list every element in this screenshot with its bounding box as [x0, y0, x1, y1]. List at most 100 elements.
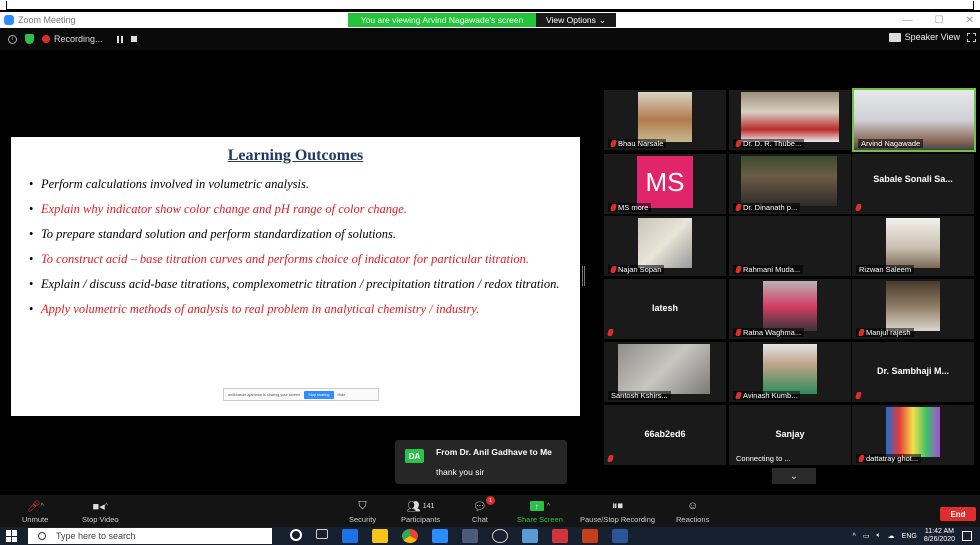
participant-tile[interactable]: Rahmani Muda...: [729, 216, 851, 276]
participant-name-tag: Arvind Nagawade: [858, 139, 924, 148]
search-placeholder: Type here to search: [56, 531, 136, 541]
participant-tile[interactable]: Dr. Dinanath p...: [729, 154, 851, 214]
security-shield-icon[interactable]: [25, 34, 34, 44]
minimize-button[interactable]: —: [903, 15, 913, 26]
muted-mic-icon: [858, 455, 865, 462]
participant-tile[interactable]: Bhau Narsale: [604, 90, 726, 150]
share-screen-button[interactable]: ↑ ^ Share Screen: [517, 498, 563, 524]
stop-recording-icon[interactable]: [130, 36, 137, 42]
chrome-icon[interactable]: [402, 529, 418, 543]
file-explorer-icon[interactable]: [372, 529, 388, 543]
powerpoint-icon[interactable]: [582, 529, 598, 543]
task-view-icon[interactable]: [316, 529, 328, 539]
participant-tile[interactable]: MS MS more: [604, 154, 726, 214]
clock-date: 8/26/2020: [923, 536, 955, 543]
participant-video: [618, 344, 710, 394]
pause-stop-recording-button[interactable]: ⏸︎⏹︎ Pause/Stop Recording: [580, 498, 655, 525]
hide-button[interactable]: Hide: [338, 393, 346, 397]
participant-video: [638, 218, 692, 268]
close-button[interactable]: ✕: [966, 15, 974, 26]
participant-name-label: latesh: [651, 303, 678, 313]
media-player-icon[interactable]: [492, 529, 508, 543]
participant-tile-active-speaker[interactable]: Arvind Nagawade: [852, 88, 976, 152]
view-options-button[interactable]: View Options ⌄: [536, 13, 616, 27]
participant-tile[interactable]: 66ab2ed6: [604, 405, 726, 465]
muted-mic-icon: [855, 204, 862, 211]
muted-mic-icon: [607, 329, 614, 336]
camera-app-icon[interactable]: [462, 529, 478, 543]
participant-tile[interactable]: Avinash Kumb...: [729, 342, 851, 402]
participant-tile[interactable]: dattatray ghot...: [852, 405, 974, 465]
sender-avatar: DA: [405, 449, 424, 463]
onedrive-icon[interactable]: ☁︎: [888, 532, 895, 540]
windows-start-icon[interactable]: [6, 530, 18, 542]
participant-tile[interactable]: Santosh Kshirs...: [604, 342, 726, 402]
security-button[interactable]: ⛉ Security: [349, 498, 377, 525]
volume-icon[interactable]: 🔈︎: [876, 532, 880, 540]
participants-button[interactable]: 👥︎ 141 Participants: [401, 498, 440, 525]
participant-tile[interactable]: Najan Sopan: [604, 216, 726, 276]
end-meeting-button[interactable]: End: [940, 507, 976, 521]
participant-tile[interactable]: Ratna Waghma...: [729, 279, 851, 339]
participant-name-tag: Avinash Kumb...: [733, 391, 801, 400]
shield-icon: ⛉: [358, 499, 367, 512]
system-tray: ^ ▭ 🔈︎ ☁︎ ENG 11:42 AM 8/26/2020: [853, 528, 972, 544]
chat-notification-popup[interactable]: DA From Dr. Anil Gadhave to Me thank you…: [395, 440, 567, 484]
muted-mic-icon: [735, 266, 742, 273]
maximize-button[interactable]: ☐: [935, 15, 944, 26]
participant-video: [886, 281, 940, 331]
calculator-app-icon[interactable]: [342, 529, 358, 543]
app-icon[interactable]: [522, 529, 538, 543]
taskbar-search-input[interactable]: Type here to search: [28, 528, 272, 544]
gallery-scroll-down-button[interactable]: ⌄: [772, 468, 816, 484]
zoom-taskbar-icon[interactable]: [432, 529, 448, 543]
word-icon[interactable]: [612, 529, 628, 543]
share-screen-label: Share Screen: [517, 515, 563, 524]
tray-expand-icon[interactable]: ^: [853, 533, 856, 540]
unmute-button[interactable]: 🎤︎ ^ Unmute: [22, 498, 48, 525]
pause-stop-icon: ⏸︎⏹︎: [612, 499, 624, 512]
speaker-view-label: Speaker View: [904, 32, 960, 42]
muted-microphone-icon: 🎤︎ ^: [26, 500, 44, 513]
panel-splitter-handle[interactable]: [582, 266, 585, 286]
notifications-icon[interactable]: [962, 531, 972, 541]
participant-tile[interactable]: latesh: [604, 279, 726, 339]
participant-tile[interactable]: Sanjay Connecting to ...: [729, 405, 851, 465]
participant-video: [886, 218, 940, 268]
chat-sender-line: From Dr. Anil Gadhave to Me: [436, 447, 552, 457]
participant-tile[interactable]: Manjul rajesh: [852, 279, 974, 339]
title-bar: Zoom Meeting You are viewing Arvind Naga…: [0, 12, 980, 28]
reactions-button[interactable]: ☺︎ Reactions: [676, 498, 709, 524]
participant-name-tag: Dr. D. R. Thube...: [733, 139, 805, 148]
input-language[interactable]: ENG: [902, 533, 917, 540]
video-camera-icon: ■◂ ^: [92, 500, 109, 513]
fullscreen-icon[interactable]: [967, 33, 976, 42]
zoom-app-icon: [4, 15, 14, 25]
sharing-notice-bar: anilkhande.ajamnun is sharing your scree…: [223, 388, 379, 401]
cortana-icon[interactable]: [290, 529, 302, 541]
search-icon: [38, 532, 46, 540]
muted-mic-icon: [858, 329, 865, 336]
participant-tile[interactable]: Dr. Sambhaji M...: [852, 342, 974, 402]
participant-name-tag: Rizwan Saleem: [856, 265, 915, 274]
chat-bubble-icon: 💬︎ 1: [473, 496, 495, 514]
clock[interactable]: 11:42 AM 8/26/2020: [924, 528, 955, 544]
info-icon[interactable]: i: [8, 34, 17, 44]
participant-video: [886, 407, 940, 457]
participant-tile[interactable]: Dr. D. R. Thube...: [729, 90, 851, 150]
network-icon[interactable]: ▭: [863, 532, 870, 540]
stop-video-button[interactable]: ■◂ ^ Stop Video: [82, 498, 119, 525]
participant-tile[interactable]: Rizwan Saleem: [852, 216, 974, 276]
pause-recording-icon[interactable]: [116, 35, 123, 43]
security-label: Security: [349, 515, 377, 524]
stop-sharing-button[interactable]: Stop sharing: [304, 390, 334, 399]
chat-button[interactable]: 💬︎ 1 Chat: [472, 496, 495, 524]
participant-name-tag: Bhau Narsale: [608, 139, 667, 148]
muted-mic-icon: [735, 392, 742, 399]
speaker-view-button[interactable]: Speaker View: [888, 32, 960, 42]
slide-bullet: Explain why indicator show color change …: [29, 200, 569, 218]
muted-mic-icon: [610, 266, 617, 273]
pdf-reader-icon[interactable]: [552, 529, 568, 543]
participant-video: [741, 92, 839, 142]
participant-tile[interactable]: Sabale Sonali Sa...: [852, 154, 974, 214]
